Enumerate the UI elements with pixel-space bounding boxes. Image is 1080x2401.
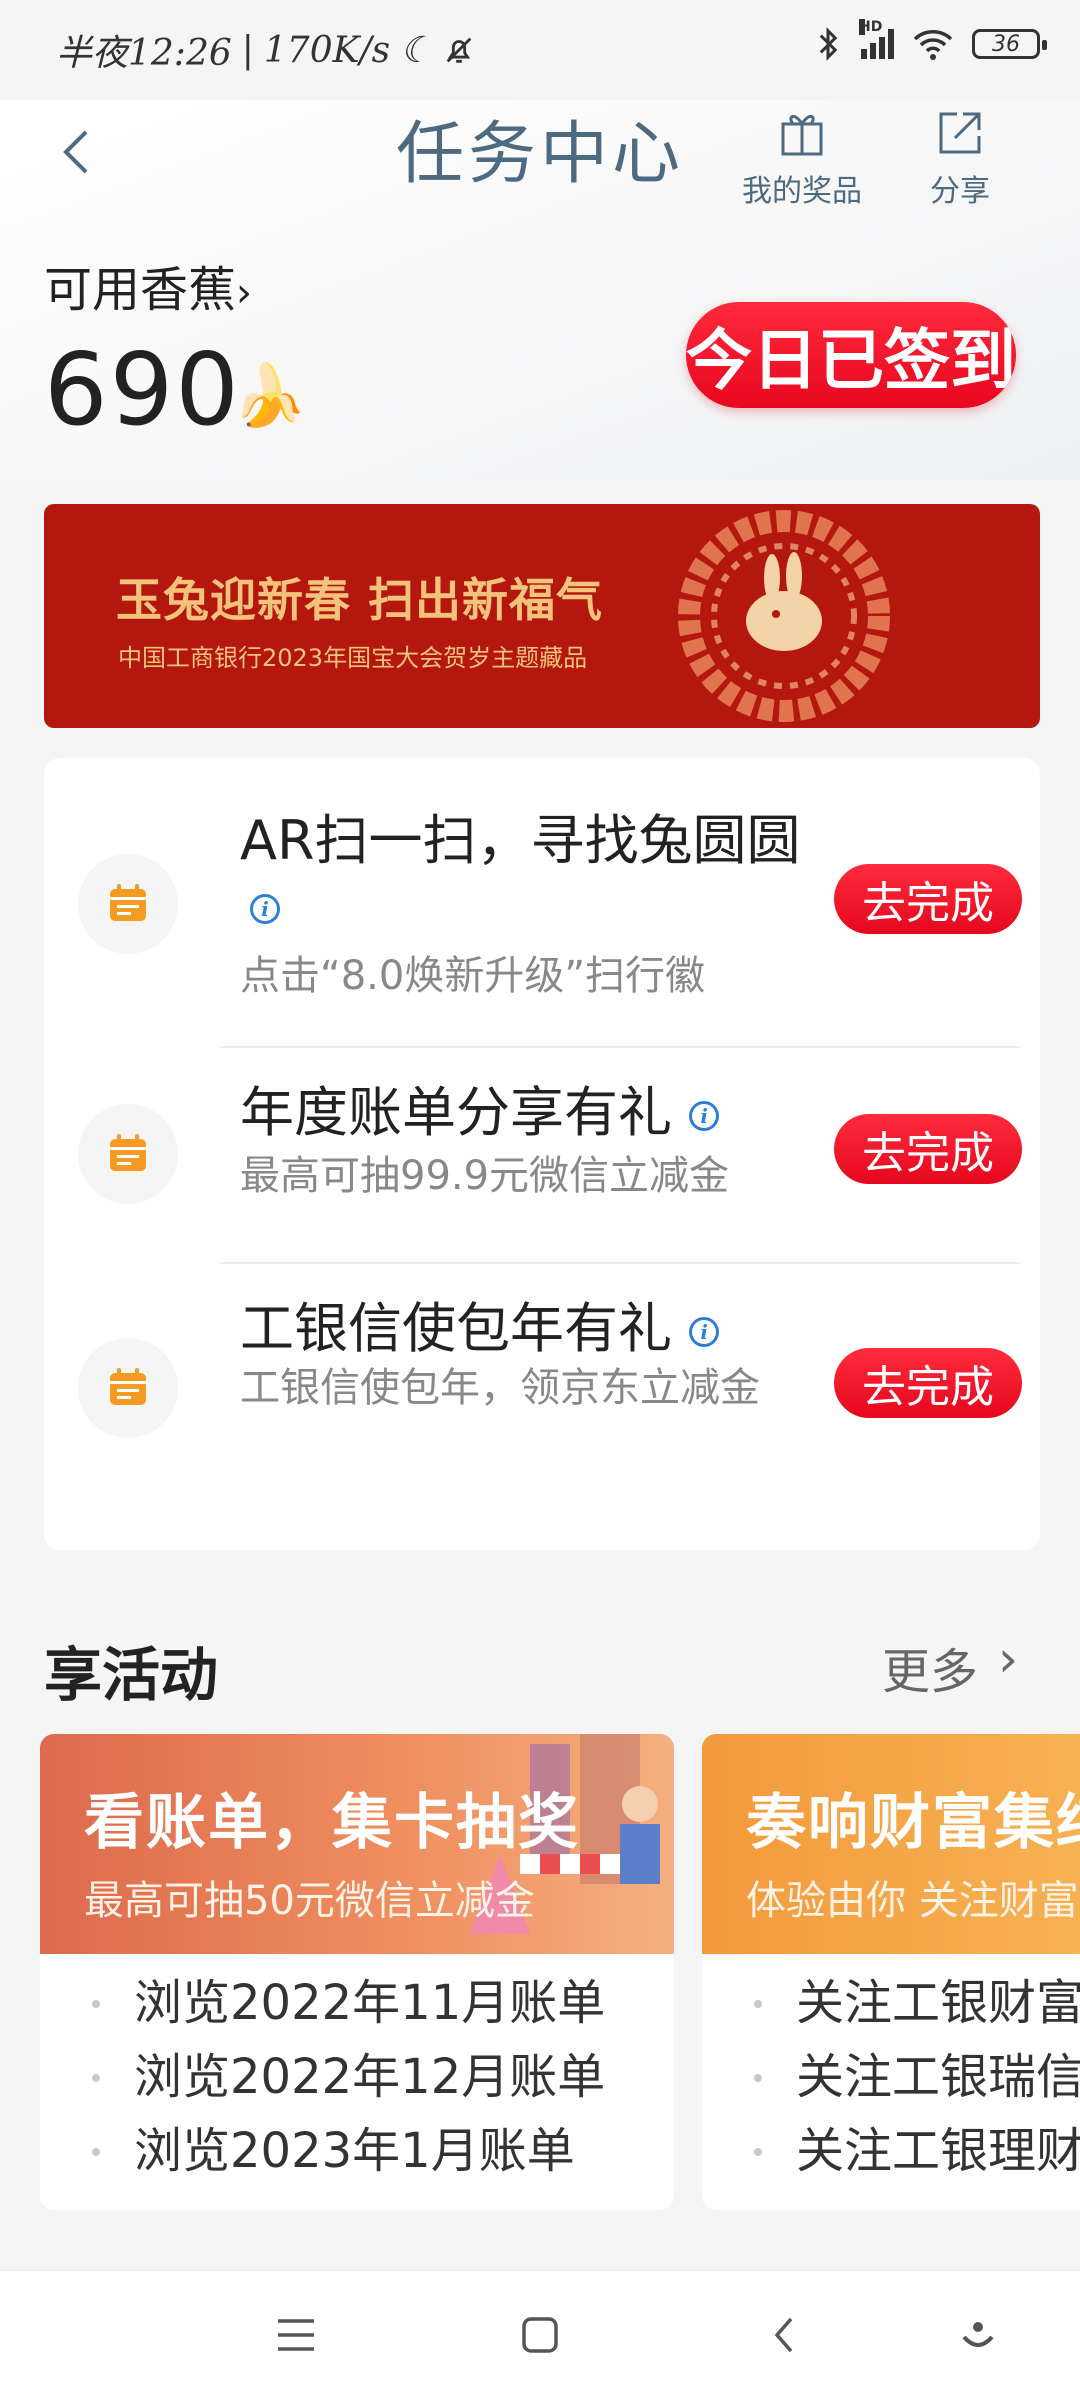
status-bar: 半夜12:26 | 170K/s ☾ HD 36: [0, 0, 1080, 100]
signal-icon: HD: [859, 19, 894, 59]
task-icon-wrap: [78, 1338, 178, 1438]
activities-title: 享活动: [44, 1641, 219, 1709]
list-item: 浏览2023年1月账单: [40, 2114, 674, 2188]
list-item: 关注工银瑞信: [702, 2040, 1080, 2114]
activity-card-title: 奏响财富集结: [746, 1788, 1080, 1858]
task-title: 年度账单分享有礼 i: [240, 1068, 720, 1147]
task-icon-wrap: [78, 854, 178, 954]
promo-banner[interactable]: 玉兔迎新春 扫出新福气 中国工商银行2023年国宝大会贺岁主题藏品: [44, 504, 1040, 728]
chevron-right-icon: ›: [236, 270, 253, 316]
task-description: 工银信使包年，领京东立减金: [240, 1365, 760, 1411]
home-icon[interactable]: [510, 2305, 570, 2365]
task-item: AR扫一扫，寻找兔圆圆 i 点击“8.0焕新升级”扫行徽 去完成: [44, 758, 1040, 1044]
activity-card-bill[interactable]: 看账单，集卡抽奖 最高可抽50元微信立减金 浏览2022年11月账单 浏览202…: [40, 1734, 674, 2210]
status-left: 半夜12:26 | 170K/s ☾: [56, 24, 476, 76]
activity-card-subtitle: 体验由你 关注财富: [746, 1878, 1079, 1924]
header: 任务中心 我的奖品 分享: [0, 100, 1080, 210]
activity-task-list: 关注工银财富 关注工银瑞信 关注工银理财: [702, 1966, 1080, 2188]
share-label: 分享: [930, 174, 990, 209]
battery-icon: 36: [972, 29, 1047, 59]
task-description: 点击“8.0焕新升级”扫行徽: [240, 953, 706, 999]
activity-card-title: 看账单，集卡抽奖: [84, 1788, 580, 1858]
go-complete-button[interactable]: 去完成: [834, 1348, 1022, 1418]
banana-count: 690: [44, 331, 241, 448]
list-item: 浏览2022年11月账单: [40, 1966, 674, 2040]
task-list: AR扫一扫，寻找兔圆圆 i 点击“8.0焕新升级”扫行徽 去完成 年度账单分享有…: [44, 758, 1040, 1550]
wifi-icon: [913, 30, 953, 60]
calendar-icon: [110, 884, 146, 921]
available-bananas-label: 可用香蕉: [44, 262, 237, 318]
menu-icon[interactable]: [266, 2305, 326, 2365]
my-prizes-button[interactable]: 我的奖品: [742, 106, 862, 210]
calendar-icon: [110, 1368, 146, 1405]
back-nav-icon[interactable]: [754, 2305, 814, 2365]
activity-card-header: 看账单，集卡抽奖 最高可抽50元微信立减金: [40, 1734, 674, 1954]
info-icon[interactable]: i: [250, 894, 280, 924]
calendar-icon: [110, 1134, 146, 1171]
task-description: 最高可抽99.9元微信立减金: [240, 1153, 730, 1199]
banana-icon: 🍌: [232, 361, 307, 431]
checked-in-button[interactable]: 今日已签到: [686, 302, 1016, 408]
assistant-icon[interactable]: [948, 2305, 1008, 2365]
gift-icon: [781, 115, 823, 156]
banner-subtitle: 中国工商银行2023年国宝大会贺岁主题藏品: [118, 644, 588, 672]
bluetooth-icon: [819, 27, 838, 61]
info-icon[interactable]: i: [689, 1101, 720, 1132]
status-net-speed: 170K/s: [263, 29, 391, 71]
go-complete-button[interactable]: 去完成: [834, 1114, 1022, 1184]
list-item: 浏览2022年12月账单: [40, 2040, 674, 2114]
go-complete-button[interactable]: 去完成: [834, 864, 1022, 934]
rabbit-wreath-image: [678, 510, 890, 722]
list-item: 关注工银理财: [702, 2114, 1080, 2188]
bell-off-icon: [447, 37, 472, 63]
moon-icon: ☾: [400, 29, 433, 71]
available-bananas-link[interactable]: 可用香蕉›: [44, 250, 252, 320]
my-prizes-label: 我的奖品: [742, 174, 862, 209]
banner-title: 玉兔迎新春 扫出新福气: [116, 573, 604, 627]
share-icon: [939, 112, 981, 154]
status-right: HD 36: [813, 19, 1047, 62]
task-title: AR扫一扫，寻找兔圆圆: [240, 809, 801, 872]
info-icon[interactable]: i: [689, 1317, 720, 1348]
activity-task-list: 浏览2022年11月账单 浏览2022年12月账单 浏览2023年1月账单: [40, 1966, 674, 2188]
status-time: 半夜12:26: [56, 33, 232, 74]
task-item: 年度账单分享有礼 i 最高可抽99.9元微信立减金 去完成: [44, 1048, 1040, 1260]
chevron-right-icon[interactable]: ›: [998, 1630, 1018, 1688]
task-title-text: 年度账单分享有礼: [240, 1081, 672, 1144]
activity-card-header: 奏响财富集结 体验由你 关注财富: [702, 1734, 1080, 1954]
task-icon-wrap: [78, 1104, 178, 1204]
activity-card-wealth[interactable]: 奏响财富集结 体验由你 关注财富 关注工银财富 关注工银瑞信 关注工银理财: [702, 1734, 1080, 2210]
activity-card-subtitle: 最高可抽50元微信立减金: [84, 1878, 535, 1924]
system-nav-bar: [0, 2270, 1080, 2401]
status-separator: |: [241, 29, 254, 71]
page-title: 任务中心: [395, 115, 684, 194]
more-link[interactable]: 更多: [882, 1632, 978, 1702]
list-item: 关注工银财富: [702, 1966, 1080, 2040]
share-button[interactable]: 分享: [930, 106, 990, 210]
task-item: 工银信使包年有礼 i 工银信使包年，领京东立减金 去完成: [44, 1264, 1040, 1550]
